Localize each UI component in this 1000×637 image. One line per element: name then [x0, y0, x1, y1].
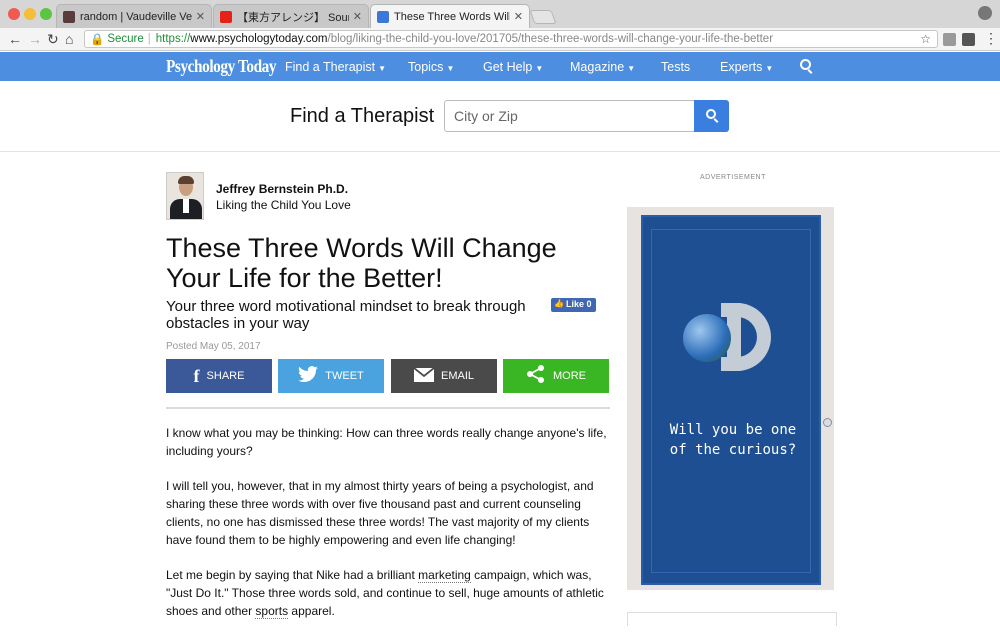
url-scheme: https://: [155, 33, 191, 45]
close-icon[interactable]: ✕: [353, 10, 362, 23]
nav-tests[interactable]: Tests: [661, 60, 690, 74]
discovery-ad[interactable]: Will you be one of the curious?: [627, 207, 834, 590]
share-twitter-button[interactable]: TWEET: [278, 359, 384, 393]
nav-experts[interactable]: Experts ▼: [720, 60, 773, 74]
new-tab-button[interactable]: [529, 10, 557, 24]
youtube-icon: [220, 10, 232, 23]
nav-label: Magazine: [570, 60, 625, 74]
ad-door-image: Will you be one of the curious?: [641, 215, 832, 585]
share-label: SHARE: [206, 370, 245, 382]
tab-favicon-icon: [377, 10, 389, 23]
browser-tab-bar: random | Vaudeville Ventures ✕ 【東方アレンジ】 …: [0, 0, 1000, 28]
maximize-window-button[interactable]: [40, 8, 52, 20]
secure-label: Secure: [107, 33, 144, 45]
forward-arrow-icon[interactable]: →: [28, 31, 42, 47]
article-paragraph: I know what you may be thinking: How can…: [166, 426, 607, 458]
share-email-button[interactable]: EMAIL: [391, 359, 497, 393]
posted-date: Posted May 05, 2017: [166, 341, 261, 352]
search-icon[interactable]: [800, 59, 811, 70]
nav-label: Get Help: [483, 60, 533, 74]
home-icon[interactable]: ⌂: [65, 31, 73, 47]
therapist-search-label: Find a Therapist: [290, 105, 435, 127]
nav-label: Find a Therapist: [285, 60, 376, 74]
address-divider: |: [147, 33, 151, 45]
extension-icon[interactable]: [962, 33, 975, 46]
chevron-down-icon: ▼: [627, 64, 636, 73]
lock-icon: 🔒: [90, 34, 105, 46]
chevron-down-icon: ▼: [765, 64, 774, 73]
author-name[interactable]: Jeffrey Bernstein Ph.D.: [216, 182, 348, 196]
advertisement-label: ADVERTISEMENT: [700, 174, 766, 181]
article-body: I know what you may be thinking: How can…: [166, 424, 611, 637]
ad-tagline: Will you be one of the curious?: [669, 422, 797, 458]
tab-title: 【東方アレンジ】 Sound of N: [237, 11, 349, 24]
chevron-down-icon: ▼: [535, 64, 544, 73]
nav-label: Tests: [661, 60, 691, 74]
site-navbar: Psychology Today Find a Therapist ▼ Topic…: [0, 52, 1000, 81]
share-nodes-icon: [526, 364, 546, 389]
close-icon[interactable]: ✕: [514, 10, 523, 23]
nav-get-help[interactable]: Get Help ▼: [483, 60, 543, 74]
paragraph-text: Let me begin by saying that Nike had a b…: [166, 568, 419, 582]
therapist-search-bar: Find a Therapist: [0, 81, 1000, 152]
share-more-button[interactable]: MORE: [503, 359, 609, 393]
door-knob: [823, 418, 832, 427]
share-facebook-button[interactable]: f SHARE: [166, 359, 272, 393]
bookmark-star-icon[interactable]: ☆: [920, 32, 931, 46]
tab-favicon-icon: [63, 10, 75, 23]
nav-magazine[interactable]: Magazine ▼: [570, 60, 635, 74]
profile-icon[interactable]: [978, 6, 992, 20]
therapist-search-button[interactable]: [694, 100, 729, 132]
twitter-bird-icon: [298, 365, 319, 387]
browser-toolbar: ← → ↻ ⌂ 🔒 Secure | https://www.psycholog…: [0, 28, 1000, 51]
sports-link[interactable]: sports: [255, 604, 289, 619]
url-host: www.psychologytoday.com: [190, 33, 328, 45]
share-label: TWEET: [325, 370, 364, 382]
nav-topics[interactable]: Topics ▼: [408, 60, 454, 74]
marketing-link[interactable]: marketing: [418, 568, 471, 583]
close-window-button[interactable]: [8, 8, 20, 20]
close-icon[interactable]: ✕: [196, 10, 205, 23]
nav-label: Experts: [720, 60, 763, 74]
blog-name[interactable]: Liking the Child You Love: [216, 198, 351, 212]
paragraph-text: apparel.: [288, 604, 335, 618]
article-title: These Three Words Will Change Your Life …: [166, 233, 557, 293]
browser-tab-2[interactable]: 【東方アレンジ】 Sound of N ✕: [213, 4, 369, 28]
article-paragraph: Let me begin by saying that Nike had a b…: [166, 566, 611, 620]
browser-tab-1[interactable]: random | Vaudeville Ventures ✕: [56, 4, 212, 28]
minimize-window-button[interactable]: [24, 8, 36, 20]
chevron-down-icon: ▼: [446, 64, 455, 73]
city-zip-input[interactable]: [444, 100, 696, 132]
chevron-down-icon: ▼: [378, 64, 387, 73]
search-icon: [706, 109, 716, 119]
divider: [166, 407, 610, 409]
nav-find-therapist[interactable]: Find a Therapist ▼: [285, 60, 386, 74]
tab-title: These Three Words Will Chang: [394, 10, 510, 23]
facebook-like-button[interactable]: Like 0: [551, 298, 596, 312]
tab-title: random | Vaudeville Ventures: [80, 10, 192, 23]
reload-icon[interactable]: ↻: [47, 31, 59, 48]
menu-dots-icon[interactable]: ⋮: [984, 30, 998, 47]
address-bar[interactable]: 🔒 Secure | https://www.psychologytoday.c…: [84, 30, 938, 48]
facebook-icon: f: [193, 365, 200, 386]
envelope-icon: [413, 366, 435, 387]
nav-label: Topics: [408, 60, 444, 74]
article-subtitle: Your three word motivational mindset to …: [166, 298, 526, 332]
share-label: MORE: [553, 370, 586, 382]
url-path: /blog/liking-the-child-you-love/201705/t…: [327, 33, 774, 45]
article-paragraph: I will tell you, however, that in my alm…: [166, 479, 594, 547]
globe-icon: [683, 314, 731, 362]
back-arrow-icon[interactable]: ←: [8, 31, 22, 47]
author-avatar[interactable]: [166, 172, 204, 220]
extension-icon[interactable]: [943, 33, 956, 46]
browser-tab-3[interactable]: These Three Words Will Chang ✕: [370, 4, 530, 28]
site-logo[interactable]: Psychology Today: [166, 56, 277, 77]
share-label: EMAIL: [440, 370, 474, 382]
ad-slot: [627, 612, 837, 626]
